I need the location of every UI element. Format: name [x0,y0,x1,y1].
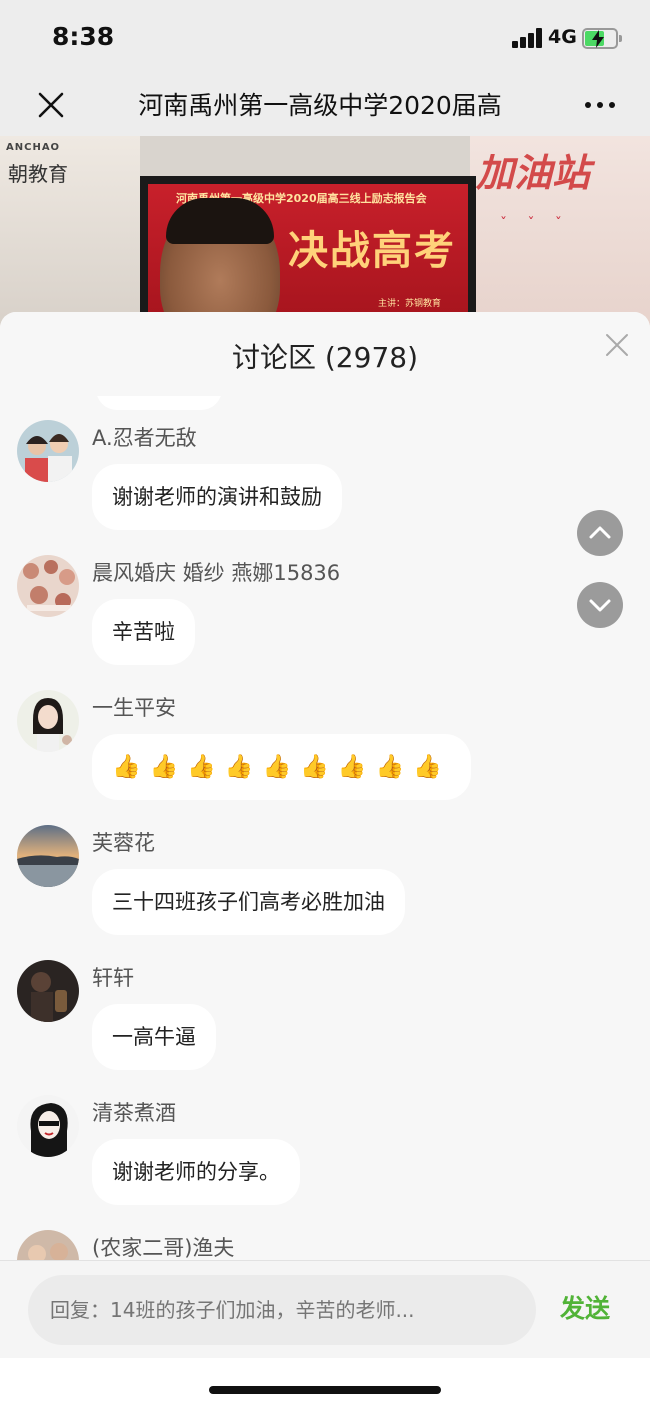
sender-name: 一生平安 [92,696,176,720]
home-indicator[interactable] [209,1386,441,1394]
status-time: 8:38 [52,22,115,51]
avatar[interactable] [17,420,79,482]
avatar[interactable] [17,690,79,752]
avatar[interactable] [17,1095,79,1157]
scroll-down-button[interactable] [577,582,623,628]
more-options-icon[interactable] [580,90,620,120]
sender-name: 轩轩 [92,966,134,990]
chevron-down-icon [589,599,611,612]
decorative-birds: ˇ ˇ ˇ [500,216,570,232]
avatar[interactable] [17,555,79,617]
page-title: 河南禹州第一高级中学2020届高 [138,91,502,120]
video-banner-left: ANCHAO 朝教育 [0,136,140,326]
nav-bar: 河南禹州第一高级中学2020届高 [0,78,650,136]
chevron-up-icon [589,526,611,539]
signal-icon [512,28,544,48]
message-bubble[interactable]: 三十四班孩子们高考必胜加油 [92,869,405,935]
message-list[interactable]: A.忍者无敌 谢谢老师的演讲和鼓励 晨风婚庆 婚纱 燕娜15836 辛苦啦 一生… [0,396,650,1260]
bottom-safe-area [0,1358,650,1406]
network-type: 4G [548,26,577,48]
message-bubble[interactable]: 一高牛逼 [92,1004,216,1070]
sender-name: A.忍者无敌 [92,426,197,450]
live-video[interactable]: ANCHAO 朝教育 加油站 河南禹州第一高级中学2020届高三线上励志报告会 … [0,136,650,326]
sender-name: 晨风婚庆 婚纱 燕娜15836 [92,561,341,585]
message-bubble[interactable]: 谢谢老师的分享。 [92,1139,300,1205]
panel-close-icon[interactable] [604,332,630,358]
video-right-text: 加油站 [476,151,591,195]
avatar[interactable] [17,960,79,1022]
speaker-hair [166,198,274,244]
panel-header: 讨论区 (2978) [0,312,650,396]
avatar[interactable] [17,825,79,887]
sender-name: 清茶煮酒 [92,1101,176,1125]
reply-input[interactable] [28,1275,536,1345]
reply-bar: 发送 [0,1260,650,1358]
sender-name: 芙蓉花 [92,831,155,855]
close-icon[interactable] [34,88,68,122]
panel-title: 讨论区 (2978) [231,341,418,374]
status-bar: 8:38 4G [0,0,650,78]
video-logo-chinese: 朝教育 [8,162,68,186]
sender-name: (农家二哥)渔夫 [92,1236,235,1260]
avatar[interactable] [17,1230,79,1260]
discussion-panel: 讨论区 (2978) A.忍者无敌 谢谢老师的演讲和鼓励 晨风婚庆 婚纱 燕娜1 [0,312,650,1406]
partial-message-bubble [96,396,222,410]
app-screen: 8:38 4G 河南禹州第一高级中学2020届高 ANCHAO 朝教育 加油站 [0,0,650,1406]
message-bubble[interactable]: 谢谢老师的演讲和鼓励 [92,464,342,530]
video-screen-subtitle: 主讲：苏钢教育 [378,299,442,309]
message-bubble[interactable]: 辛苦啦 [92,599,195,665]
scroll-up-button[interactable] [577,510,623,556]
send-button[interactable]: 发送 [560,1289,610,1325]
battery-icon [582,28,624,50]
message-bubble[interactable]: 👍👍👍👍👍👍👍👍👍 [92,734,471,800]
video-logo-text: ANCHAO [6,142,61,153]
video-screen-headline: 决战高考 [288,227,456,274]
